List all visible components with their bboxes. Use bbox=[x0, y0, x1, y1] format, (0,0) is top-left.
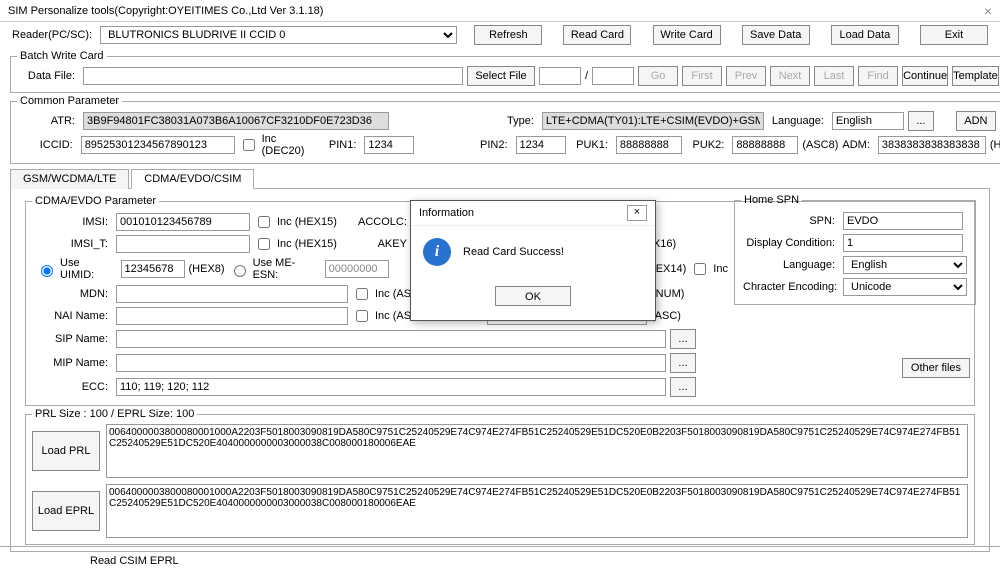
dialog-close-button[interactable]: × bbox=[627, 205, 647, 221]
dialog-ok-button[interactable]: OK bbox=[495, 286, 571, 306]
dialog-title: Information bbox=[419, 207, 474, 219]
dialog-message: Read Card Success! bbox=[463, 246, 564, 258]
info-dialog: Information × i Read Card Success! OK bbox=[410, 200, 656, 321]
info-icon: i bbox=[423, 238, 451, 266]
dialog-overlay: Information × i Read Card Success! OK bbox=[0, 0, 1000, 574]
